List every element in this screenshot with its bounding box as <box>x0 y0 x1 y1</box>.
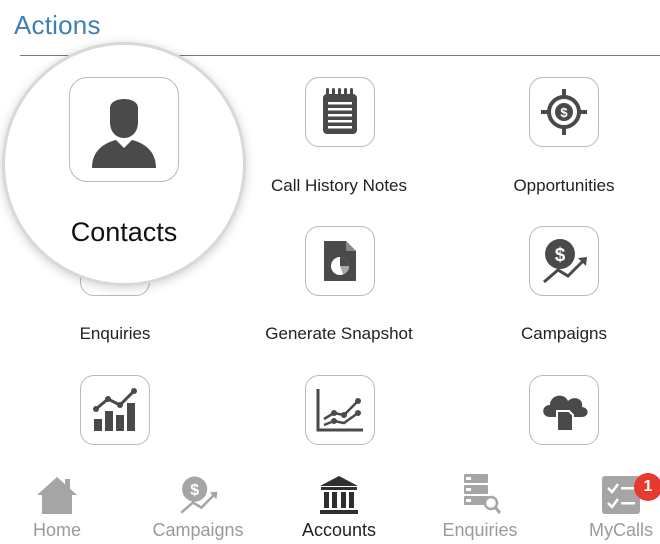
document-pie-icon <box>324 241 356 281</box>
line-graph-button[interactable] <box>305 375 375 445</box>
tab-bar: Home $ Campaigns Accounts Enquiries 1 My… <box>0 470 660 544</box>
svg-text:$: $ <box>555 245 566 266</box>
target-dollar-icon: $ <box>541 89 587 135</box>
tab-mycalls-label: MyCalls <box>588 520 653 540</box>
bar-chart-button[interactable] <box>80 375 150 445</box>
tab-accounts[interactable]: Accounts <box>274 470 404 541</box>
enquiries-label: Enquiries <box>79 324 151 343</box>
opportunities-label: Opportunities <box>513 176 615 195</box>
contacts-label: Contacts <box>70 217 178 247</box>
campaigns-button[interactable]: $ <box>529 226 599 296</box>
generate-snapshot-label: Generate Snapshot <box>265 324 413 343</box>
tab-home-label: Home <box>32 520 81 540</box>
tab-enquiries[interactable]: Enquiries <box>415 470 545 541</box>
tab-campaigns[interactable]: $ Campaigns <box>133 470 263 541</box>
notepad-icon <box>323 88 357 134</box>
tab-accounts-label: Accounts <box>301 520 377 540</box>
dollar-growth-icon: $ <box>543 239 587 284</box>
contacts-button[interactable] <box>69 77 179 182</box>
dollar-growth-icon: $ <box>180 476 218 514</box>
mycalls-badge: 1 <box>634 473 660 501</box>
opportunities-button[interactable]: $ <box>529 77 599 147</box>
tab-home[interactable]: Home <box>0 470 122 541</box>
line-graph-icon <box>316 389 363 432</box>
contact-person-icon <box>92 98 156 168</box>
contacts-magnifier[interactable]: Contacts <box>2 42 246 286</box>
cloud-document-icon <box>543 395 588 432</box>
tab-campaigns-label: Campaigns <box>152 520 244 540</box>
generate-snapshot-button[interactable] <box>305 226 375 296</box>
home-icon <box>37 477 77 514</box>
svg-text:$: $ <box>560 105 568 120</box>
bar-chart-icon <box>93 388 137 431</box>
campaigns-label: Campaigns <box>521 324 607 343</box>
tab-mycalls[interactable]: 1 MyCalls <box>556 470 660 541</box>
section-title: Actions <box>14 10 101 40</box>
bank-icon <box>320 476 358 514</box>
enquiry-list-icon <box>464 474 502 514</box>
svg-text:$: $ <box>190 482 199 499</box>
tab-enquiries-label: Enquiries <box>442 520 518 540</box>
cloud-document-button[interactable] <box>529 375 599 445</box>
call-history-notes-label: Call History Notes <box>270 176 408 195</box>
call-history-notes-button[interactable] <box>305 77 375 147</box>
